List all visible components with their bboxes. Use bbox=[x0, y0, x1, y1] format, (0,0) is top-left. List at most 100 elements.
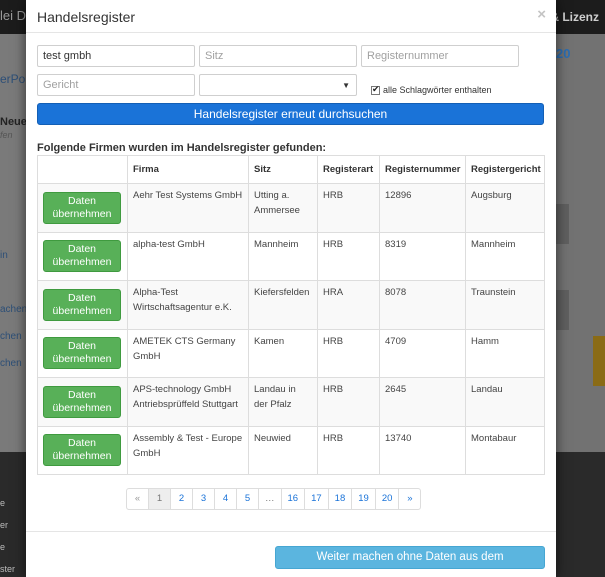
table-row: Daten übernehmen AMETEK CTS Germany GmbH… bbox=[37, 328, 545, 378]
pagination-prev[interactable]: « bbox=[126, 488, 149, 510]
cell-registerart: HRB bbox=[317, 377, 380, 427]
column-header-sitz: Sitz bbox=[248, 155, 318, 184]
table-row: Daten übernehmen APS-technology GmbH Ant… bbox=[37, 377, 545, 427]
background-sidebar-sub: fen bbox=[0, 130, 13, 140]
action-cell: Daten übernehmen bbox=[37, 377, 128, 427]
table-row: Daten übernehmen alpha-test GmbH Mannhei… bbox=[37, 231, 545, 281]
pagination-page-1[interactable]: 1 bbox=[148, 488, 171, 510]
column-header-registergericht: Registergericht bbox=[465, 155, 545, 184]
take-data-button[interactable]: Daten übernehmen bbox=[43, 434, 121, 467]
action-cell: Daten übernehmen bbox=[37, 328, 128, 378]
background-right-alert bbox=[593, 336, 605, 386]
results-heading: Folgende Firmen wurden im Handelsregiste… bbox=[37, 142, 327, 154]
table-header-row: Firma Sitz Registerart Registernummer Re… bbox=[37, 155, 545, 184]
background-sidebar-item: chen bbox=[0, 331, 22, 342]
cell-firma: Assembly & Test - Europe GmbH bbox=[127, 425, 249, 475]
pagination-page-4[interactable]: 4 bbox=[214, 488, 237, 510]
sitz-input[interactable] bbox=[199, 45, 357, 67]
cell-sitz: Neuwied bbox=[248, 425, 318, 475]
take-data-button[interactable]: Daten übernehmen bbox=[43, 240, 121, 273]
cell-sitz: Landau in der Pfalz bbox=[248, 377, 318, 427]
continue-without-data-button[interactable]: Weiter machen ohne Daten aus dem Handels… bbox=[275, 546, 545, 577]
background-sidebar: erPort Neue fen in achen chen chen bbox=[0, 34, 33, 454]
take-data-button[interactable]: Daten übernehmen bbox=[43, 337, 121, 370]
cell-registergericht: Landau bbox=[465, 377, 545, 427]
background-sidebar-item: in bbox=[0, 250, 8, 261]
cell-registergericht: Hamm bbox=[465, 328, 545, 378]
cell-registergericht: Montabaur bbox=[465, 425, 545, 475]
pagination-next[interactable]: » bbox=[398, 488, 422, 510]
table-row: Daten übernehmen Aehr Test Systems GmbH … bbox=[37, 183, 545, 233]
search-again-button[interactable]: Handelsregister erneut durchsuchen bbox=[37, 103, 544, 125]
cell-firma: AMETEK CTS Germany GmbH bbox=[127, 328, 249, 378]
modal-header: Handelsregister × bbox=[26, 0, 556, 33]
close-button[interactable]: × bbox=[537, 6, 546, 23]
cell-registerart: HRB bbox=[317, 328, 380, 378]
cell-registerart: HRA bbox=[317, 280, 380, 330]
cell-firma: Alpha-Test Wirtschaftsagentur e.K. bbox=[127, 280, 249, 330]
background-sidebar-item: achen bbox=[0, 304, 28, 315]
cell-sitz: Utting a. Ammersee bbox=[248, 183, 318, 233]
cell-firma: Aehr Test Systems GmbH bbox=[127, 183, 249, 233]
cell-firma: alpha-test GmbH bbox=[127, 231, 249, 281]
background-footer-item: ster bbox=[0, 564, 16, 574]
pagination: « 1 2 3 4 5 … 16 17 18 19 20 » bbox=[126, 488, 422, 510]
column-header-firma: Firma bbox=[127, 155, 249, 184]
all-keywords-checkbox-row[interactable]: ✔ alle Schlagwörter enthalten bbox=[371, 83, 492, 97]
all-keywords-checkbox[interactable]: ✔ bbox=[371, 83, 380, 95]
background-topbar-right: & Lizenz bbox=[550, 10, 599, 24]
background-sidebar-item: chen bbox=[0, 358, 22, 369]
cell-registergericht: Mannheim bbox=[465, 231, 545, 281]
take-data-button[interactable]: Daten übernehmen bbox=[43, 385, 121, 418]
background-right-block bbox=[556, 290, 569, 330]
gericht-input[interactable] bbox=[37, 74, 195, 96]
cell-registergericht: Augsburg bbox=[465, 183, 545, 233]
pagination-page-2[interactable]: 2 bbox=[170, 488, 193, 510]
background-sidebar-title: Neue bbox=[0, 116, 27, 128]
all-keywords-label: alle Schlagwörter enthalten bbox=[383, 85, 492, 95]
cell-registergericht: Traunstein bbox=[465, 280, 545, 330]
background-footer-item: e bbox=[0, 542, 6, 552]
registerart-select[interactable]: ▼ bbox=[199, 74, 357, 96]
cell-registernummer: 8319 bbox=[379, 231, 466, 281]
background-right-number: 20 bbox=[556, 46, 571, 61]
pagination-page-18[interactable]: 18 bbox=[327, 488, 353, 510]
background-footer-item: er bbox=[0, 520, 9, 530]
action-cell: Daten übernehmen bbox=[37, 183, 128, 233]
table-row: Daten übernehmen Alpha-Test Wirtschaftsa… bbox=[37, 280, 545, 330]
background-right-panel: 20 bbox=[556, 34, 605, 454]
cell-registerart: HRB bbox=[317, 231, 380, 281]
modal-title: Handelsregister bbox=[37, 9, 136, 25]
cell-registernummer: 2645 bbox=[379, 377, 466, 427]
background-right-block bbox=[556, 204, 569, 244]
pagination-ellipsis: … bbox=[258, 488, 282, 510]
pagination-page-20[interactable]: 20 bbox=[374, 488, 400, 510]
cell-registerart: HRB bbox=[317, 183, 380, 233]
column-header-action bbox=[37, 155, 128, 184]
modal-footer: Weiter machen ohne Daten aus dem Handels… bbox=[26, 531, 556, 577]
cell-firma: APS-technology GmbH Antriebsprüffeld Stu… bbox=[127, 377, 249, 427]
column-header-registernummer: Registernummer bbox=[379, 155, 466, 184]
column-header-registerart: Registerart bbox=[317, 155, 380, 184]
take-data-button[interactable]: Daten übernehmen bbox=[43, 191, 121, 224]
pagination-page-3[interactable]: 3 bbox=[192, 488, 215, 510]
cell-registernummer: 12896 bbox=[379, 183, 466, 233]
cell-sitz: Kiefersfelden bbox=[248, 280, 318, 330]
pagination-page-17[interactable]: 17 bbox=[304, 488, 329, 510]
results-table: Firma Sitz Registerart Registernummer Re… bbox=[37, 155, 545, 475]
cell-registerart: HRB bbox=[317, 425, 380, 475]
pagination-page-5[interactable]: 5 bbox=[236, 488, 259, 510]
registernummer-input[interactable] bbox=[361, 45, 519, 67]
action-cell: Daten übernehmen bbox=[37, 231, 128, 281]
handelsregister-modal: Handelsregister × ▼ ✔ alle Schlagwörter … bbox=[26, 0, 556, 577]
pagination-page-19[interactable]: 19 bbox=[351, 488, 376, 510]
company-name-input[interactable] bbox=[37, 45, 195, 67]
cell-registernummer: 13740 bbox=[379, 425, 466, 475]
cell-registernummer: 8078 bbox=[379, 280, 466, 330]
background-footer-item: e bbox=[0, 498, 6, 508]
take-data-button[interactable]: Daten übernehmen bbox=[43, 288, 121, 321]
cell-registernummer: 4709 bbox=[379, 328, 466, 378]
action-cell: Daten übernehmen bbox=[37, 425, 128, 475]
pagination-page-16[interactable]: 16 bbox=[280, 488, 306, 510]
checkmark-icon: ✔ bbox=[372, 83, 380, 94]
